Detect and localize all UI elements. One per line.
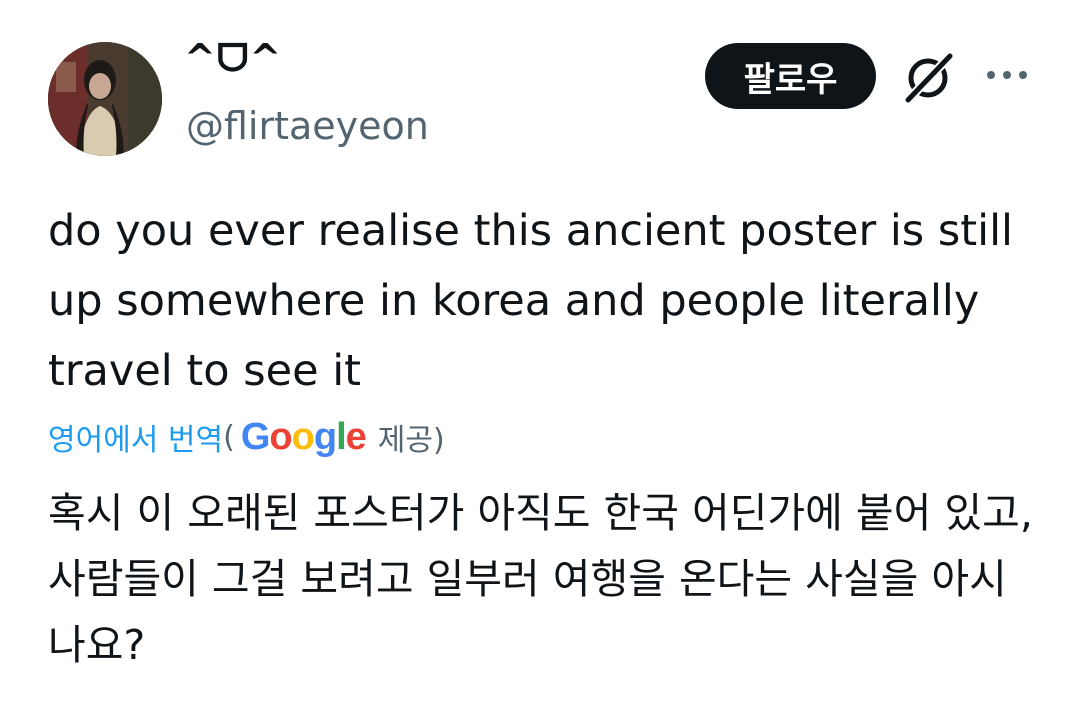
google-logo: Google: [240, 415, 367, 458]
tweet-text: do you ever realise this ancient poster …: [48, 206, 1013, 396]
user-handle[interactable]: @flirtaeyeon: [186, 104, 429, 148]
provided-by-label: 제공): [377, 423, 445, 458]
translated-text: 혹시 이 오래된 포스터가 아직도 한국 어딘가에 붙어 있고, 사람들이 그걸…: [48, 489, 1033, 669]
display-name[interactable]: ^ᗜ^: [184, 36, 282, 81]
avatar-image: [48, 42, 162, 156]
translation-attribution: 영어에서 번역 ( Google 제공): [48, 412, 445, 462]
avatar[interactable]: [48, 42, 162, 156]
open-paren: (: [223, 419, 235, 455]
follow-button[interactable]: 팔로우: [705, 43, 876, 109]
grok-icon[interactable]: [900, 50, 956, 106]
more-horizontal-icon[interactable]: [985, 66, 1029, 84]
translate-link[interactable]: 영어에서 번역: [48, 415, 223, 459]
